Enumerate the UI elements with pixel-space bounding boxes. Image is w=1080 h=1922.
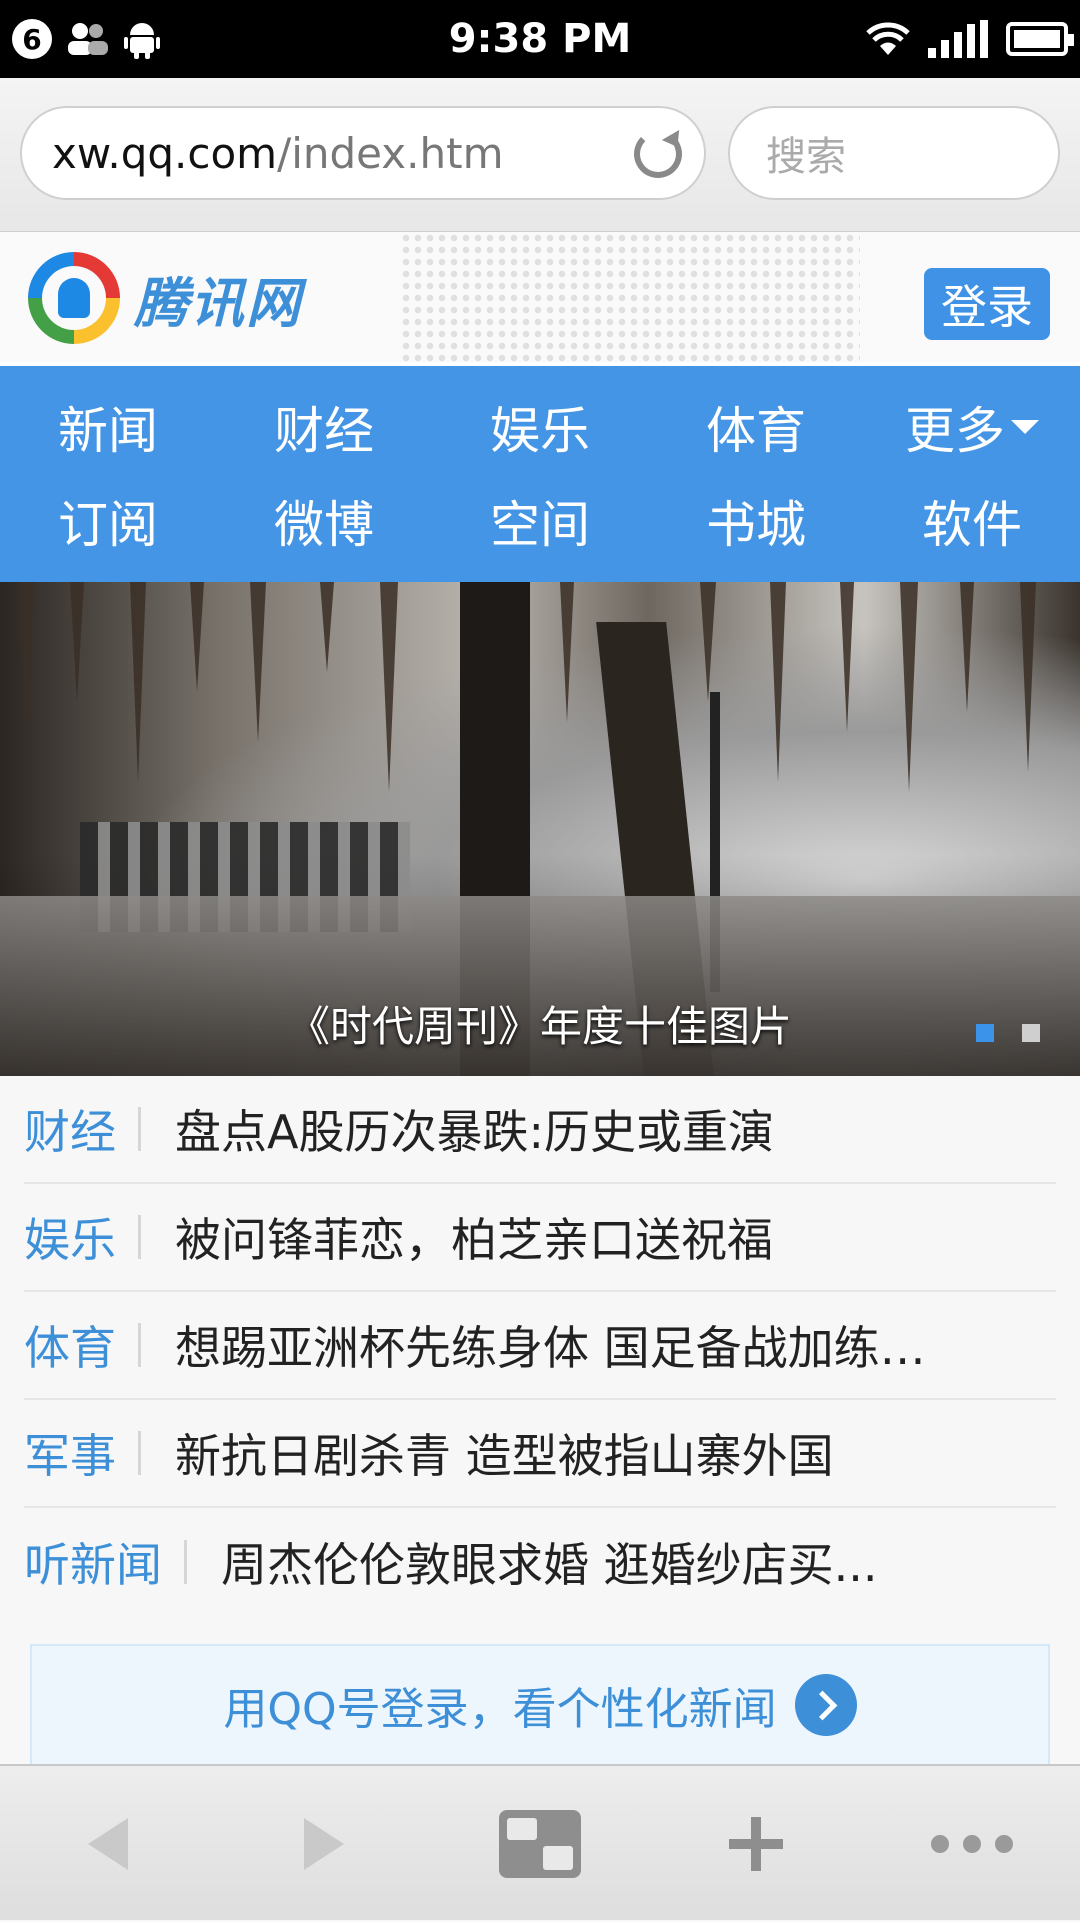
nav-item-sports[interactable]: 体育: [648, 380, 864, 474]
news-title[interactable]: 新抗日剧杀青 造型被指山寨外国: [175, 1420, 834, 1486]
login-button[interactable]: 登录: [924, 268, 1050, 340]
tabs-button[interactable]: [432, 1766, 648, 1922]
search-input[interactable]: 搜索: [728, 106, 1060, 200]
nav-item-more[interactable]: 更多: [864, 380, 1080, 474]
list-item[interactable]: 听新闻 周杰伦伦敦眼求婚 逛婚纱店买...: [24, 1508, 1056, 1616]
news-list: 财经 盘点A股历次暴跌:历史或重演 娱乐 被问锋菲恋，柏芝亲口送祝福 体育 想踢亚洲杯…: [24, 1076, 1056, 1616]
forward-button[interactable]: [216, 1766, 432, 1922]
nav-item-weibo[interactable]: 微博: [216, 474, 432, 568]
url-field[interactable]: xw.qq.com/index.htm: [20, 106, 706, 200]
more-icon: [931, 1835, 1013, 1853]
nav-item-news[interactable]: 新闻: [0, 380, 216, 474]
list-item[interactable]: 军事 新抗日剧杀青 造型被指山寨外国: [24, 1400, 1056, 1508]
site-logo[interactable]: 腾讯网: [28, 252, 302, 344]
news-title[interactable]: 盘点A股历次暴跌:历史或重演: [175, 1096, 774, 1162]
divider: [138, 1107, 141, 1151]
news-category[interactable]: 军事: [24, 1420, 116, 1486]
news-title[interactable]: 被问锋菲恋，柏芝亲口送祝福: [175, 1204, 773, 1270]
qq-login-promo[interactable]: 用QQ号登录，看个性化新闻: [30, 1644, 1050, 1764]
promo-text: 用QQ号登录，看个性化新闻: [223, 1684, 777, 1735]
status-bar: 6 9:38 PM: [0, 0, 1080, 78]
browser-toolbar: [0, 1764, 1080, 1920]
news-category[interactable]: 体育: [24, 1312, 116, 1378]
browser-address-bar: xw.qq.com/index.htm 搜索: [0, 78, 1080, 232]
caret-down-icon: [1011, 420, 1039, 434]
divider: [184, 1540, 187, 1584]
divider: [138, 1215, 141, 1259]
tabs-icon: [499, 1810, 581, 1878]
hero-photo-icicles: [20, 582, 1036, 792]
back-button[interactable]: [0, 1766, 216, 1922]
nav-item-entertainment[interactable]: 娱乐: [432, 380, 648, 474]
forward-icon: [304, 1818, 344, 1870]
nav-item-subscribe[interactable]: 订阅: [0, 474, 216, 568]
carousel-dot-2[interactable]: [1022, 1024, 1040, 1042]
list-item[interactable]: 体育 想踢亚洲杯先练身体 国足备战加练…: [24, 1292, 1056, 1400]
cell-signal-icon: [928, 20, 988, 58]
list-item[interactable]: 财经 盘点A股历次暴跌:历史或重演: [24, 1076, 1056, 1184]
search-placeholder: 搜索: [766, 134, 846, 180]
chevron-right-icon: [794, 1674, 857, 1736]
carousel-dot-1[interactable]: [976, 1024, 994, 1042]
hero-carousel[interactable]: 《时代周刊》年度十佳图片: [0, 582, 1080, 1076]
news-title[interactable]: 周杰伦伦敦眼求婚 逛婚纱店买...: [221, 1529, 878, 1595]
divider: [138, 1323, 141, 1367]
add-icon: [729, 1817, 783, 1871]
hero-caption: 《时代周刊》年度十佳图片: [287, 1002, 792, 1051]
site-header: 腾讯网 登录: [0, 232, 1080, 362]
battery-icon: [1006, 22, 1074, 56]
channel-nav: 新闻 财经 娱乐 体育 更多 订阅 微博 空间 书城 软件: [0, 362, 1080, 582]
world-map-decoration: [400, 232, 860, 362]
qq-logo-icon: [28, 252, 120, 344]
news-title[interactable]: 想踢亚洲杯先练身体 国足备战加练…: [175, 1312, 926, 1378]
back-icon: [88, 1818, 128, 1870]
news-category[interactable]: 娱乐: [24, 1204, 116, 1270]
nav-item-qzone[interactable]: 空间: [432, 474, 648, 568]
carousel-indicator: [976, 1024, 1040, 1042]
news-category[interactable]: 听新闻: [24, 1529, 162, 1595]
logo-text: 腾讯网: [134, 271, 302, 335]
new-tab-button[interactable]: [648, 1766, 864, 1922]
list-item[interactable]: 娱乐 被问锋菲恋，柏芝亲口送祝福: [24, 1184, 1056, 1292]
url-host: xw.qq.com: [52, 128, 278, 178]
status-right: [866, 20, 1074, 58]
reload-icon[interactable]: [634, 130, 682, 178]
menu-button[interactable]: [864, 1766, 1080, 1922]
nav-item-software[interactable]: 软件: [864, 474, 1080, 568]
divider: [138, 1431, 141, 1475]
nav-item-finance[interactable]: 财经: [216, 380, 432, 474]
wifi-icon: [866, 22, 910, 55]
url-path: /index.htm: [277, 128, 504, 178]
nav-more-label: 更多: [905, 402, 1005, 460]
nav-item-books[interactable]: 书城: [648, 474, 864, 568]
news-category[interactable]: 财经: [24, 1096, 116, 1162]
